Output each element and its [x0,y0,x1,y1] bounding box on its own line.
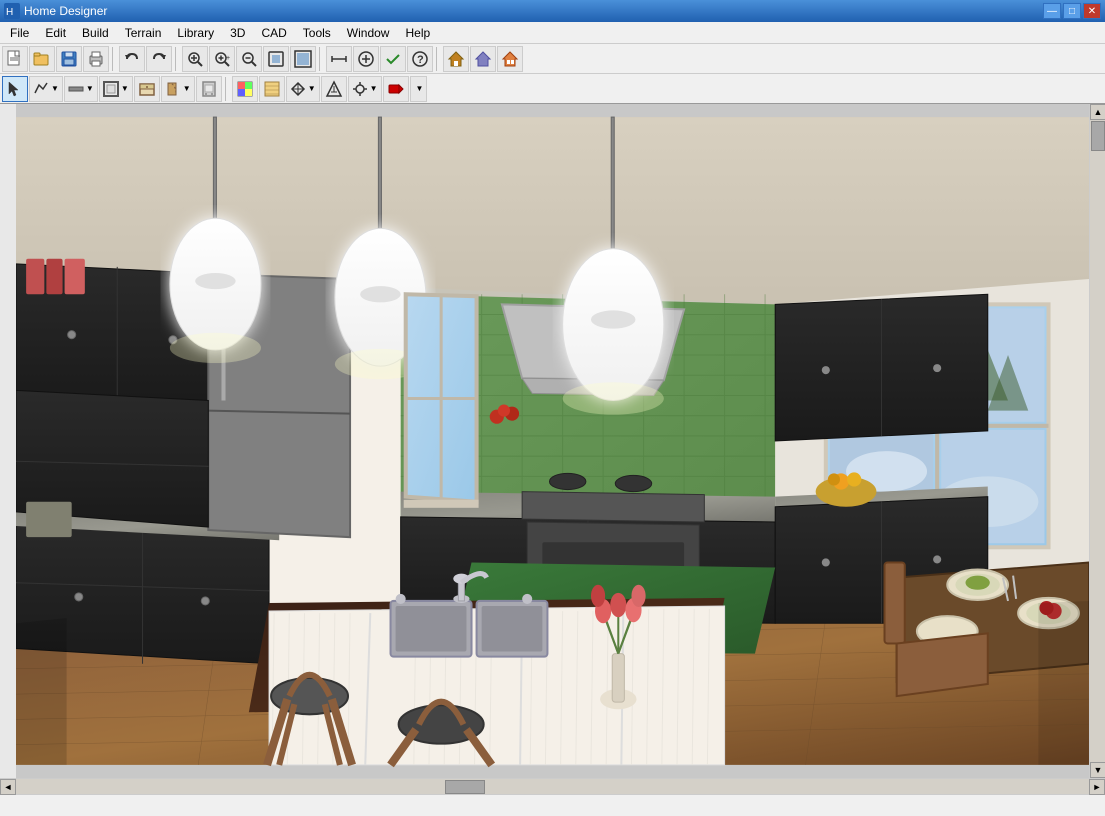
menu-tools[interactable]: Tools [295,22,339,43]
room-dropdown[interactable]: ▼ [99,76,133,102]
wall-dropdown-arrow: ▼ [86,84,94,93]
floor-plan-button[interactable] [497,46,523,72]
svg-text:H: H [6,7,13,18]
horizontal-scrollbar[interactable]: ◄ ► [0,778,1105,794]
room-dropdown-arrow: ▼ [121,84,129,93]
wall-dropdown[interactable]: ▼ [64,76,98,102]
print-button[interactable] [83,46,109,72]
menu-3d[interactable]: 3D [222,22,253,43]
menu-cad[interactable]: CAD [253,22,294,43]
elevation-button[interactable] [321,76,347,102]
menu-edit[interactable]: Edit [37,22,74,43]
door-dropdown-arrow: ▼ [183,84,191,93]
texture-button[interactable] [259,76,285,102]
draw-dropdown[interactable]: ▼ [29,76,63,102]
toolbar-main: + [0,44,1105,74]
zoom-out-button[interactable] [236,46,262,72]
snap-dropdown-arrow: ▼ [370,84,378,93]
record-button[interactable] [383,76,409,102]
paint-button[interactable] [232,76,258,102]
transform-dropdown-arrow: ▼ [308,84,316,93]
sep1 [112,47,116,71]
h-scrollbar-thumb[interactable] [445,780,485,794]
save-button[interactable] [56,46,82,72]
cabinet-button[interactable] [134,76,160,102]
exterior-view-button[interactable] [470,46,496,72]
menu-library[interactable]: Library [169,22,222,43]
zoom-in-button[interactable]: + [209,46,235,72]
window-title: Home Designer [24,4,1043,18]
sep2 [175,47,179,71]
scroll-left-button[interactable]: ◄ [0,779,16,795]
close-button[interactable]: ✕ [1083,3,1101,19]
record-dropdown-arrow: ▼ [416,84,424,93]
menu-build[interactable]: Build [74,22,117,43]
snap-dropdown[interactable]: ▼ [348,76,382,102]
menu-bar: File Edit Build Terrain Library 3D CAD T… [0,22,1105,44]
new-button[interactable] [2,46,28,72]
h-scrollbar-track[interactable] [16,779,1089,794]
help-button[interactable]: ? [407,46,433,72]
scroll-down-button[interactable]: ▼ [1090,762,1105,778]
sep4 [436,47,440,71]
fill-view-button[interactable] [290,46,316,72]
scrollbar-thumb[interactable] [1091,121,1105,151]
window-controls[interactable]: — □ ✕ [1043,3,1101,19]
title-bar: H Home Designer — □ ✕ [0,0,1105,22]
add-button[interactable] [353,46,379,72]
kitchen-render [16,104,1089,778]
sep3 [319,47,323,71]
open-button[interactable] [29,46,55,72]
redo-button[interactable] [146,46,172,72]
dimension-button[interactable] [326,46,352,72]
draw-dropdown-arrow: ▼ [51,84,59,93]
menu-window[interactable]: Window [339,22,398,43]
home-view-button[interactable] [443,46,469,72]
sep5 [225,77,229,101]
app-icon: H [4,3,20,19]
svg-text:?: ? [417,54,424,66]
check-button[interactable] [380,46,406,72]
appliance-button[interactable] [196,76,222,102]
scroll-right-button[interactable]: ► [1089,779,1105,795]
toolbar-secondary: ▼ ▼ ▼ ▼ [0,74,1105,104]
minimize-button[interactable]: — [1043,3,1061,19]
menu-help[interactable]: Help [397,22,438,43]
zoom-window-button[interactable] [182,46,208,72]
record-dropdown[interactable]: ▼ [410,76,428,102]
menu-file[interactable]: File [2,22,37,43]
svg-text:+: + [226,55,230,62]
select-tool-button[interactable] [2,76,28,102]
door-dropdown[interactable]: ▼ [161,76,195,102]
scrollbar-track[interactable] [1090,120,1105,762]
maximize-button[interactable]: □ [1063,3,1081,19]
vertical-scrollbar[interactable]: ▲ ▼ [1089,104,1105,778]
status-bar [0,794,1105,816]
transform-dropdown[interactable]: ▼ [286,76,320,102]
menu-terrain[interactable]: Terrain [117,22,170,43]
vertical-ruler [0,104,16,778]
fit-view-button[interactable] [263,46,289,72]
scroll-up-button[interactable]: ▲ [1090,104,1105,120]
undo-button[interactable] [119,46,145,72]
canvas-area[interactable] [16,104,1089,778]
main-area: ▲ ▼ [0,104,1105,778]
